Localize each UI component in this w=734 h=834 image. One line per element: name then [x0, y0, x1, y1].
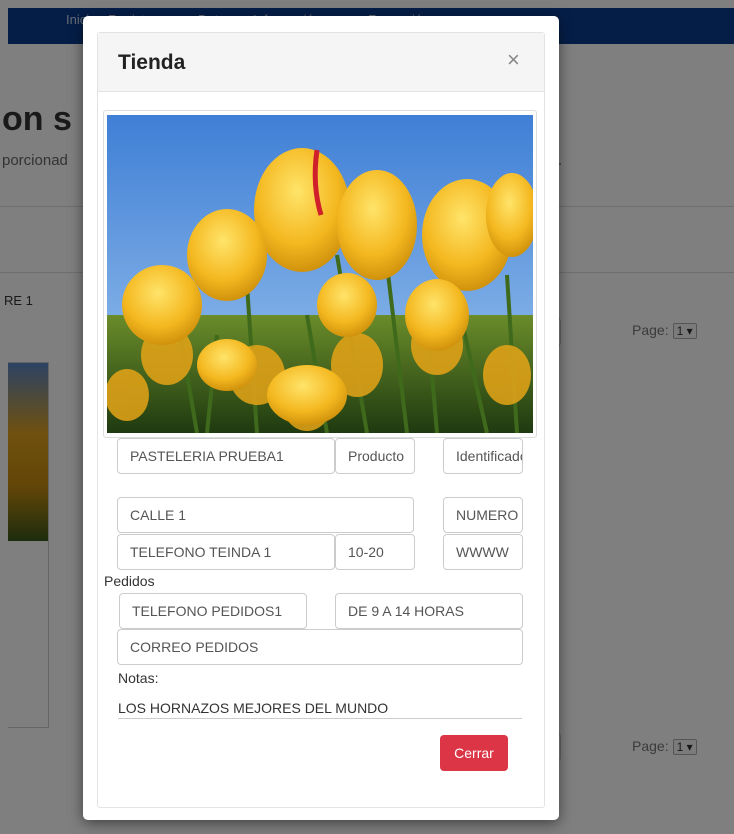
- orders-hours-field[interactable]: DE 9 A 14 HORAS: [335, 593, 523, 629]
- close-button[interactable]: Cerrar: [440, 735, 508, 771]
- tulips-photo: [107, 115, 533, 433]
- identifier-field[interactable]: Identificado: [443, 438, 523, 474]
- website-field[interactable]: WWWW: [443, 534, 523, 570]
- orders-phone-field[interactable]: TELEFONO PEDIDOS1: [119, 593, 307, 629]
- orders-email-field[interactable]: CORREO PEDIDOS: [117, 629, 523, 665]
- notes-value: LOS HORNAZOS MEJORES DEL MUNDO: [118, 700, 389, 716]
- street-field[interactable]: CALLE 1: [117, 497, 414, 533]
- close-icon[interactable]: ×: [507, 47, 520, 73]
- shop-image-frame: [103, 110, 537, 438]
- number-field[interactable]: NUMERO: [443, 497, 523, 533]
- notes-underline: [118, 718, 522, 719]
- shop-modal: Tienda × PASTELERIA PRUEBA1 Producto Ide…: [83, 16, 559, 820]
- notes-label: Notas:: [118, 670, 159, 686]
- store-phone-field[interactable]: TELEFONO TEINDA 1: [117, 534, 335, 570]
- shop-name-field[interactable]: PASTELERIA PRUEBA1: [117, 438, 335, 474]
- modal-title: Tienda: [118, 51, 186, 74]
- product-field[interactable]: Producto: [335, 438, 415, 474]
- orders-label: Pedidos: [104, 573, 155, 589]
- modal-header: Tienda ×: [98, 33, 544, 92]
- hours-field[interactable]: 10-20: [335, 534, 415, 570]
